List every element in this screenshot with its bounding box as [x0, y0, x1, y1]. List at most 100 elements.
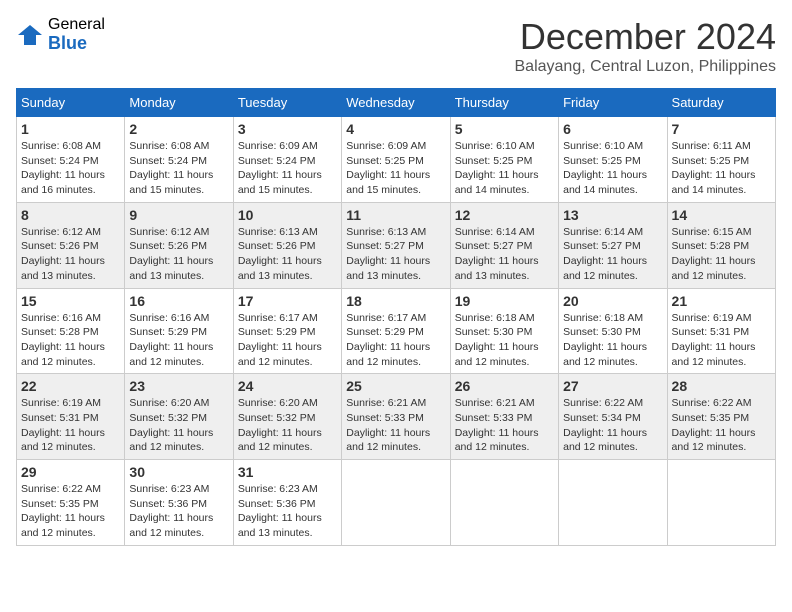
day-info: Sunrise: 6:14 AMSunset: 5:27 PMDaylight:…: [563, 225, 662, 284]
calendar-cell: 23 Sunrise: 6:20 AMSunset: 5:32 PMDayligh…: [125, 374, 233, 460]
calendar-cell: 17 Sunrise: 6:17 AMSunset: 5:29 PMDayligh…: [233, 288, 341, 374]
day-info: Sunrise: 6:12 AMSunset: 5:26 PMDaylight:…: [129, 225, 228, 284]
calendar-cell: 15Sunrise: 6:16 AMSunset: 5:28 PMDayligh…: [17, 288, 125, 374]
day-info: Sunrise: 6:17 AMSunset: 5:29 PMDaylight:…: [238, 311, 337, 370]
calendar-cell: 25Sunrise: 6:21 AMSunset: 5:33 PMDayligh…: [342, 374, 450, 460]
calendar-cell: 16 Sunrise: 6:16 AMSunset: 5:29 PMDayligh…: [125, 288, 233, 374]
calendar-cell: 30 Sunrise: 6:23 AMSunset: 5:36 PMDayligh…: [125, 460, 233, 546]
day-number: 31: [238, 464, 337, 480]
calendar-cell: 2 Sunrise: 6:08 AMSunset: 5:24 PMDaylight…: [125, 117, 233, 203]
day-number: 30: [129, 464, 228, 480]
day-info: Sunrise: 6:22 AMSunset: 5:35 PMDaylight:…: [21, 482, 120, 541]
weekday-header-thursday: Thursday: [450, 89, 558, 117]
calendar-cell: 13 Sunrise: 6:14 AMSunset: 5:27 PMDayligh…: [559, 202, 667, 288]
day-info: Sunrise: 6:20 AMSunset: 5:32 PMDaylight:…: [129, 396, 228, 455]
day-number: 26: [455, 378, 554, 394]
calendar-cell: 26 Sunrise: 6:21 AMSunset: 5:33 PMDayligh…: [450, 374, 558, 460]
day-number: 11: [346, 207, 445, 223]
calendar-cell: 8 Sunrise: 6:12 AMSunset: 5:26 PMDaylight…: [17, 202, 125, 288]
calendar-week-row: 29 Sunrise: 6:22 AMSunset: 5:35 PMDayligh…: [17, 460, 776, 546]
day-info: Sunrise: 6:18 AMSunset: 5:30 PMDaylight:…: [455, 311, 554, 370]
day-number: 3: [238, 121, 337, 137]
calendar-cell: 9 Sunrise: 6:12 AMSunset: 5:26 PMDaylight…: [125, 202, 233, 288]
calendar-cell: [342, 460, 450, 546]
day-info: Sunrise: 6:21 AMSunset: 5:33 PMDaylight:…: [455, 396, 554, 455]
day-number: 4: [346, 121, 445, 137]
logo-text: General Blue: [48, 16, 105, 53]
calendar-cell: 18 Sunrise: 6:17 AMSunset: 5:29 PMDayligh…: [342, 288, 450, 374]
day-info: Sunrise: 6:13 AMSunset: 5:26 PMDaylight:…: [238, 225, 337, 284]
day-number: 18: [346, 293, 445, 309]
weekday-header-monday: Monday: [125, 89, 233, 117]
day-info: Sunrise: 6:22 AMSunset: 5:35 PMDaylight:…: [672, 396, 771, 455]
day-info: Sunrise: 6:19 AMSunset: 5:31 PMDaylight:…: [21, 396, 120, 455]
day-info: Sunrise: 6:09 AMSunset: 5:24 PMDaylight:…: [238, 139, 337, 198]
page-header: General Blue December 2024 Balayang, Cen…: [16, 16, 776, 76]
day-number: 17: [238, 293, 337, 309]
calendar-cell: 3 Sunrise: 6:09 AMSunset: 5:24 PMDaylight…: [233, 117, 341, 203]
day-number: 27: [563, 378, 662, 394]
day-number: 7: [672, 121, 771, 137]
calendar-cell: 31Sunrise: 6:23 AMSunset: 5:36 PMDayligh…: [233, 460, 341, 546]
day-number: 8: [21, 207, 120, 223]
calendar-cell: 22 Sunrise: 6:19 AMSunset: 5:31 PMDayligh…: [17, 374, 125, 460]
calendar-table: SundayMondayTuesdayWednesdayThursdayFrid…: [16, 88, 776, 546]
day-info: Sunrise: 6:23 AMSunset: 5:36 PMDaylight:…: [129, 482, 228, 541]
logo-icon: [16, 21, 44, 49]
weekday-header-friday: Friday: [559, 89, 667, 117]
calendar-cell: 10Sunrise: 6:13 AMSunset: 5:26 PMDayligh…: [233, 202, 341, 288]
calendar-cell: [450, 460, 558, 546]
day-info: Sunrise: 6:21 AMSunset: 5:33 PMDaylight:…: [346, 396, 445, 455]
calendar-cell: 14 Sunrise: 6:15 AMSunset: 5:28 PMDayligh…: [667, 202, 775, 288]
day-info: Sunrise: 6:14 AMSunset: 5:27 PMDaylight:…: [455, 225, 554, 284]
day-number: 22: [21, 378, 120, 394]
day-number: 12: [455, 207, 554, 223]
weekday-header-sunday: Sunday: [17, 89, 125, 117]
calendar-cell: [559, 460, 667, 546]
location-title: Balayang, Central Luzon, Philippines: [515, 58, 777, 76]
calendar-cell: 19 Sunrise: 6:18 AMSunset: 5:30 PMDayligh…: [450, 288, 558, 374]
day-info: Sunrise: 6:09 AMSunset: 5:25 PMDaylight:…: [346, 139, 445, 198]
day-info: Sunrise: 6:08 AMSunset: 5:24 PMDaylight:…: [129, 139, 228, 198]
day-number: 20: [563, 293, 662, 309]
day-number: 14: [672, 207, 771, 223]
logo-general: General: [48, 16, 105, 34]
calendar-week-row: 8 Sunrise: 6:12 AMSunset: 5:26 PMDaylight…: [17, 202, 776, 288]
day-number: 19: [455, 293, 554, 309]
day-number: 5: [455, 121, 554, 137]
calendar-header-row: SundayMondayTuesdayWednesdayThursdayFrid…: [17, 89, 776, 117]
day-number: 21: [672, 293, 771, 309]
day-number: 29: [21, 464, 120, 480]
month-title: December 2024: [515, 16, 777, 58]
day-info: Sunrise: 6:12 AMSunset: 5:26 PMDaylight:…: [21, 225, 120, 284]
day-number: 9: [129, 207, 228, 223]
calendar-cell: 11 Sunrise: 6:13 AMSunset: 5:27 PMDayligh…: [342, 202, 450, 288]
calendar-week-row: 1 Sunrise: 6:08 AMSunset: 5:24 PMDaylight…: [17, 117, 776, 203]
weekday-header-saturday: Saturday: [667, 89, 775, 117]
day-info: Sunrise: 6:11 AMSunset: 5:25 PMDaylight:…: [672, 139, 771, 198]
logo: General Blue: [16, 16, 105, 53]
calendar-cell: 5Sunrise: 6:10 AMSunset: 5:25 PMDaylight…: [450, 117, 558, 203]
day-number: 23: [129, 378, 228, 394]
calendar-cell: [667, 460, 775, 546]
calendar-cell: 12 Sunrise: 6:14 AMSunset: 5:27 PMDayligh…: [450, 202, 558, 288]
calendar-cell: 28Sunrise: 6:22 AMSunset: 5:35 PMDayligh…: [667, 374, 775, 460]
day-info: Sunrise: 6:16 AMSunset: 5:29 PMDaylight:…: [129, 311, 228, 370]
day-number: 1: [21, 121, 120, 137]
day-info: Sunrise: 6:15 AMSunset: 5:28 PMDaylight:…: [672, 225, 771, 284]
day-info: Sunrise: 6:20 AMSunset: 5:32 PMDaylight:…: [238, 396, 337, 455]
calendar-cell: 27Sunrise: 6:22 AMSunset: 5:34 PMDayligh…: [559, 374, 667, 460]
day-number: 13: [563, 207, 662, 223]
weekday-header-tuesday: Tuesday: [233, 89, 341, 117]
title-section: December 2024 Balayang, Central Luzon, P…: [515, 16, 777, 76]
day-info: Sunrise: 6:17 AMSunset: 5:29 PMDaylight:…: [346, 311, 445, 370]
day-number: 2: [129, 121, 228, 137]
day-number: 16: [129, 293, 228, 309]
day-info: Sunrise: 6:13 AMSunset: 5:27 PMDaylight:…: [346, 225, 445, 284]
calendar-cell: 24Sunrise: 6:20 AMSunset: 5:32 PMDayligh…: [233, 374, 341, 460]
day-info: Sunrise: 6:10 AMSunset: 5:25 PMDaylight:…: [563, 139, 662, 198]
day-info: Sunrise: 6:18 AMSunset: 5:30 PMDaylight:…: [563, 311, 662, 370]
day-number: 15: [21, 293, 120, 309]
day-info: Sunrise: 6:19 AMSunset: 5:31 PMDaylight:…: [672, 311, 771, 370]
day-info: Sunrise: 6:08 AMSunset: 5:24 PMDaylight:…: [21, 139, 120, 198]
